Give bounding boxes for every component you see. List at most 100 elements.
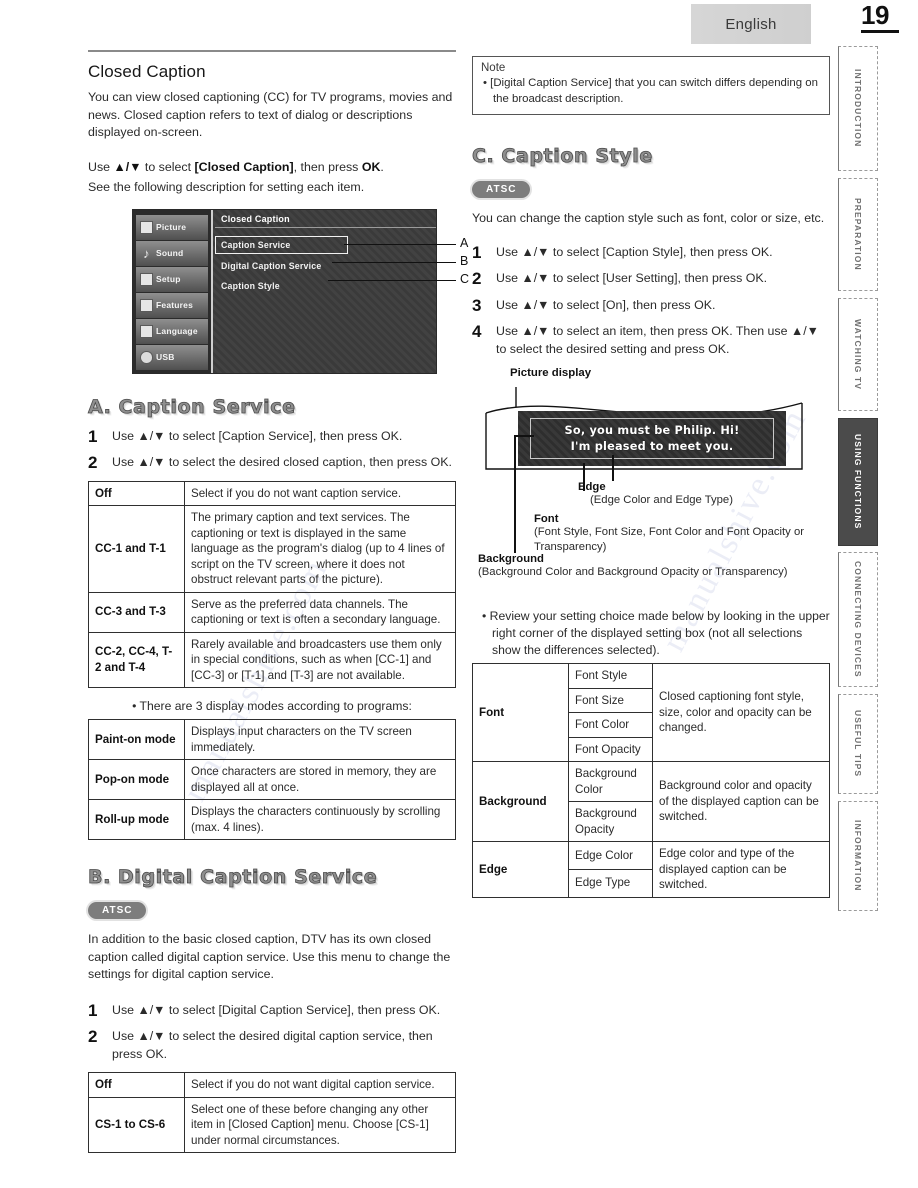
osd-menu-item-label: Sound (156, 248, 184, 258)
table-cell-desc: Select one of these before changing any … (184, 1096, 456, 1153)
table-cell-desc: Serve as the preferred data channels. Th… (184, 591, 456, 633)
caption-service-table: Off Select if you do not want caption se… (88, 480, 456, 689)
table-cell-desc: Select if you do not want digital captio… (184, 1072, 456, 1098)
table-row: Font Font Style Closed captioning font s… (472, 663, 830, 762)
note-box: Note • [Digital Caption Service] that yo… (472, 56, 830, 115)
chapter-tab-watching-tv[interactable]: WATCHING TV (838, 298, 878, 411)
section-a-title: Caption Service (118, 395, 296, 418)
osd-menu-body: Closed Caption Caption Service Digital C… (215, 210, 436, 373)
step-number: 2 (472, 269, 482, 288)
callout-letter-c: C (460, 271, 470, 286)
chapter-tab-label: INFORMATION (853, 820, 863, 892)
callout-line-a (344, 243, 456, 245)
leader-background-vertical (514, 435, 516, 553)
page-title: Closed Caption (88, 62, 206, 81)
section-a-letter: A. (88, 395, 112, 418)
table-cell-key: Off (88, 1072, 185, 1098)
chapter-tab-label: WATCHING TV (853, 319, 863, 390)
step-text: Use ▲/▼ to select [On], then press OK. (496, 297, 716, 312)
section-a-step-1: 1 Use ▲/▼ to select [Caption Service], t… (88, 428, 456, 446)
osd-menu-item-features[interactable]: Features (136, 292, 208, 318)
osd-menu-item-label: USB (156, 352, 175, 362)
atsc-badge: ATSC (472, 181, 531, 198)
note-item: • [Digital Caption Service] that you can… (483, 77, 818, 105)
caption-line-1: So, you must be Philip. Hi! (564, 423, 740, 437)
osd-menu-item-setup[interactable]: Setup (136, 266, 208, 292)
osd-row-caption-service[interactable]: Caption Service (215, 235, 348, 254)
chapter-tab-label: USING FUNCTIONS (853, 434, 863, 530)
caption-style-settings-table: Font Font Style Closed captioning font s… (472, 663, 830, 898)
osd-menu-item-label: Features (156, 300, 194, 310)
section-c-step-4: 4 Use ▲/▼ to select an item, then press … (472, 323, 830, 358)
leader-edge (612, 455, 614, 481)
caption-preview-screen: So, you must be Philip. Hi! I'm pleased … (518, 411, 786, 466)
settings-item-font-size: Font Size (568, 687, 653, 713)
settings-item-background-color: Background Color (568, 761, 653, 802)
osd-menu-item-label: Picture (156, 222, 187, 232)
table-cell-desc: Displays the characters continuously by … (184, 799, 456, 840)
osd-menu-item-language[interactable]: Language (136, 318, 208, 344)
intro-paragraph: You can view closed captioning (CC) for … (88, 90, 453, 139)
table-cell-key: Off (88, 480, 185, 506)
chapter-tab-rail: INTRODUCTION PREPARATION WATCHING TV USI… (838, 46, 882, 911)
picture-display-label: Picture display (510, 367, 592, 379)
atsc-badge: ATSC (88, 902, 147, 919)
page-number-rule (861, 30, 899, 33)
chapter-tab-connecting-devices[interactable]: CONNECTING DEVICES (838, 552, 878, 687)
osd-row-digital-caption-service[interactable]: Digital Caption Service (215, 258, 436, 274)
step-text: Use ▲/▼ to select [Digital Caption Servi… (112, 1002, 441, 1017)
table-cell-key: CC-3 and T-3 (88, 591, 185, 633)
section-a-step-2: 2 Use ▲/▼ to select the desired closed c… (88, 454, 456, 472)
step-number: 1 (88, 426, 98, 446)
right-column: Note • [Digital Caption Service] that yo… (472, 56, 830, 898)
caption-line-2: I'm pleased to meet you. (570, 439, 734, 453)
osd-panel-title: Closed Caption (215, 210, 436, 228)
step-number: 1 (88, 1000, 98, 1020)
step-text: Use ▲/▼ to select the desired closed cap… (112, 455, 452, 469)
chapter-tab-introduction[interactable]: INTRODUCTION (838, 46, 878, 171)
settings-desc-background: Background color and opacity of the disp… (652, 761, 830, 842)
settings-item-font-color: Font Color (568, 712, 653, 738)
table-row: CC-1 and T-1 The primary caption and tex… (88, 505, 456, 593)
table-row: Edge Edge Color Edge color and type of t… (472, 841, 830, 898)
table-cell-key: CC-2, CC-4, T-2 and T-4 (88, 631, 185, 688)
settings-desc-edge: Edge color and type of the displayed cap… (652, 841, 830, 898)
callout-letter-b: B (460, 253, 469, 268)
chapter-tab-label: CONNECTING DEVICES (853, 561, 863, 678)
table-cell-desc: Rarely available and broadcasters use th… (184, 631, 456, 688)
background-label-group: Background (Background Color and Backgro… (478, 553, 830, 580)
table-row: CS-1 to CS-6 Select one of these before … (88, 1096, 456, 1153)
edge-label: Edge (578, 481, 606, 493)
settings-item-font-style: Font Style (568, 663, 653, 689)
osd-menu-item-label: Setup (156, 274, 181, 284)
step-number: 4 (472, 322, 482, 341)
section-c-title: Caption Style (501, 145, 653, 168)
table-row: Off Select if you do not want caption se… (88, 480, 456, 506)
osd-menu-item-picture[interactable]: Picture (136, 214, 208, 240)
table-cell-key: CC-1 and T-1 (88, 505, 185, 593)
review-note: • Review your setting choice made below … (482, 609, 830, 657)
background-sublabel: (Background Color and Background Opacity… (478, 566, 788, 578)
osd-menu-item-sound[interactable]: ♪ Sound (136, 240, 208, 266)
callout-line-c (328, 279, 456, 281)
font-label: Font (534, 513, 559, 525)
table-cell-desc: Displays input characters on the TV scre… (184, 719, 456, 760)
font-label-group: Font (Font Style, Font Size, Font Color … (534, 513, 830, 555)
osd-row-label: Caption Style (221, 280, 280, 291)
chapter-tab-preparation[interactable]: PREPARATION (838, 178, 878, 291)
use-instruction-line-2: See the following description for settin… (88, 180, 365, 194)
table-row: Pop-on mode Once characters are stored i… (88, 759, 456, 800)
edge-sublabel: (Edge Color and Edge Type) (590, 494, 733, 506)
settings-group-background: Background (472, 761, 569, 842)
setup-icon (140, 272, 153, 286)
step-text: Use ▲/▼ to select the desired digital ca… (112, 1029, 433, 1061)
osd-menu-item-usb[interactable]: USB (136, 344, 208, 370)
chapter-tab-using-functions[interactable]: USING FUNCTIONS (838, 418, 878, 546)
chapter-tab-information[interactable]: INFORMATION (838, 801, 878, 911)
chapter-tab-useful-tips[interactable]: USEFUL TIPS (838, 694, 878, 794)
page-number-value: 19 (861, 0, 889, 30)
table-row: CC-2, CC-4, T-2 and T-4 Rarely available… (88, 631, 456, 688)
table-cell-desc: Select if you do not want caption servic… (184, 480, 456, 506)
table-cell-key: Roll-up mode (88, 799, 185, 840)
step-text: Use ▲/▼ to select [Caption Style], then … (496, 244, 773, 259)
